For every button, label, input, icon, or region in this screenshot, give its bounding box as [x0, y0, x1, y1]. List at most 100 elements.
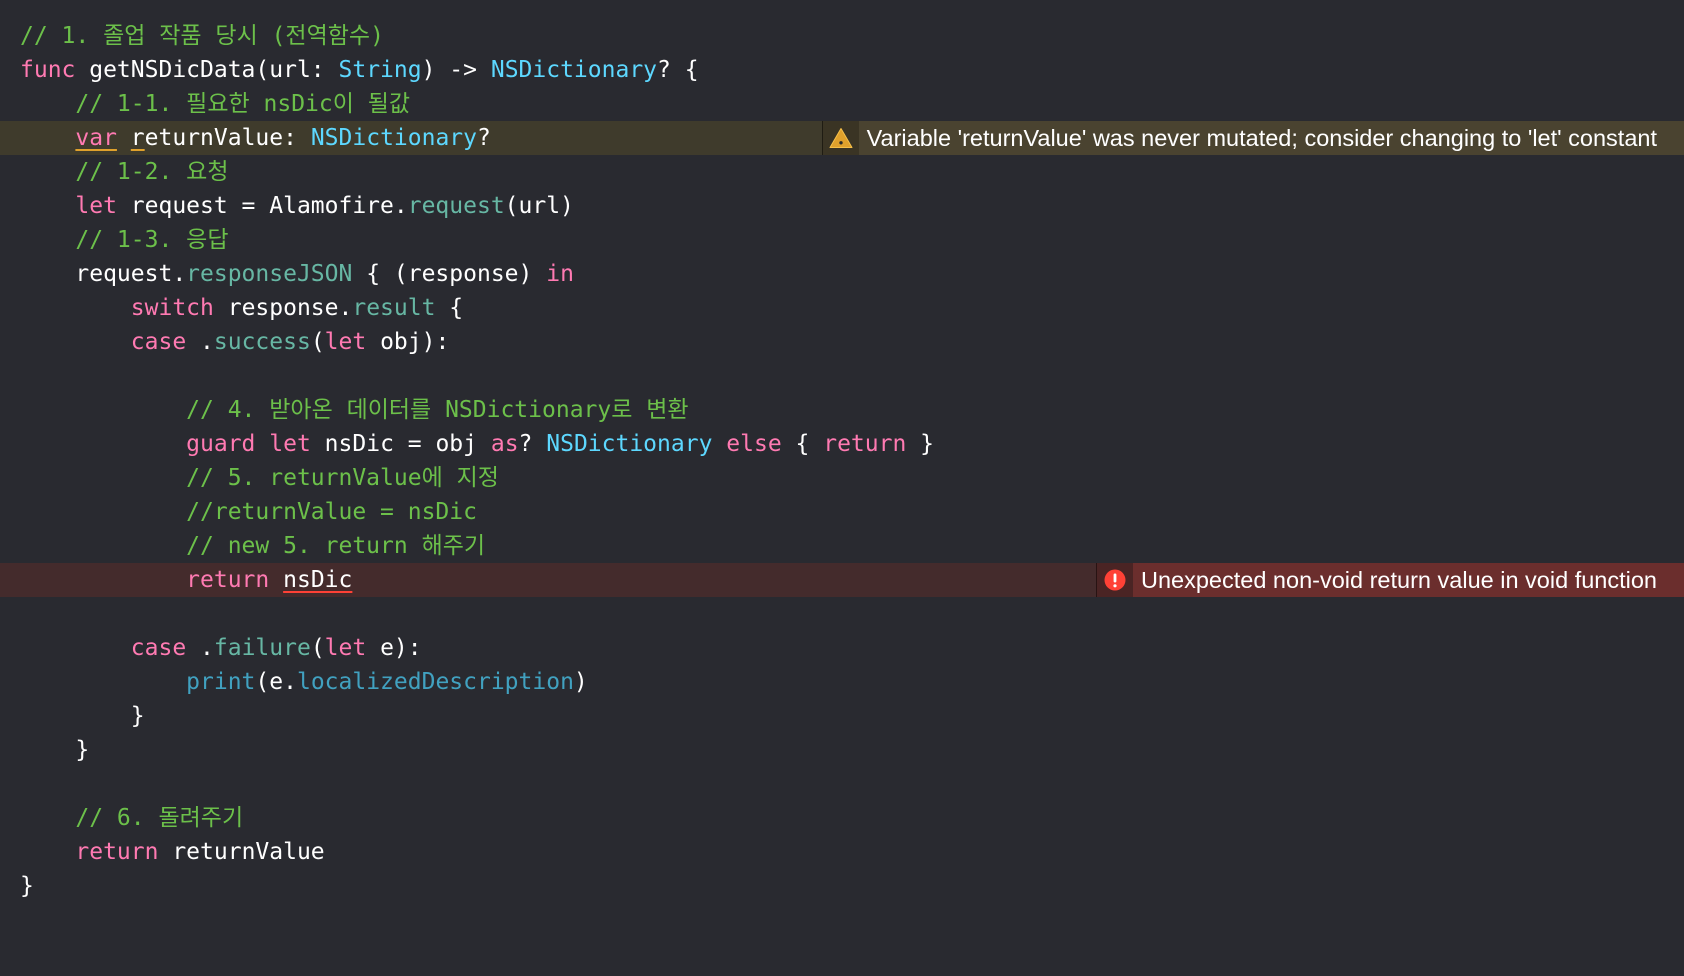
- code-token: success: [213, 329, 311, 355]
- code-line[interactable]: case .failure(let e):: [0, 631, 1684, 665]
- code-line[interactable]: // 4. 받아온 데이터를 NSDictionary로 변환: [0, 393, 1684, 427]
- code-line[interactable]: var returnValue: NSDictionary? Variable '…: [0, 121, 1684, 155]
- error-annotation[interactable]: Unexpected non-void return value in void…: [1095, 563, 1684, 597]
- code-token: obj):: [366, 329, 450, 355]
- code-token: localizedDescription: [296, 669, 574, 695]
- code-token: ) ->: [421, 57, 491, 83]
- code-line-text: }: [20, 873, 34, 899]
- code-line[interactable]: //returnValue = nsDic: [0, 495, 1684, 529]
- code-token: switch: [130, 295, 214, 321]
- code-token: {: [435, 295, 464, 321]
- code-token: }: [20, 737, 90, 763]
- code-line-text: // 1-1. 필요한 nsDic이 될값: [20, 91, 410, 117]
- code-token: eturnValue:: [144, 125, 311, 151]
- code-line[interactable]: }: [0, 699, 1684, 733]
- code-token: }: [906, 431, 935, 457]
- code-line[interactable]: // 1-2. 요청: [0, 155, 1684, 189]
- code-line[interactable]: // 1-3. 응답: [0, 223, 1684, 257]
- code-token: // 1. 졸업 작품 당시 (전역함수): [20, 23, 384, 49]
- code-line[interactable]: return returnValue: [0, 835, 1684, 869]
- code-line[interactable]: print(e.localizedDescription): [0, 665, 1684, 699]
- code-line-text: case .failure(let e):: [20, 635, 422, 661]
- code-token: (: [310, 635, 325, 661]
- code-token: // new 5. return 해주기: [20, 533, 486, 559]
- code-line[interactable]: // 5. returnValue에 지정: [0, 461, 1684, 495]
- code-token: (url): [504, 193, 574, 219]
- code-token: result: [352, 295, 436, 321]
- code-line-text: // 1. 졸업 작품 당시 (전역함수): [20, 23, 384, 49]
- code-token: print: [186, 669, 256, 695]
- code-line-text: return returnValue: [20, 839, 324, 865]
- code-token: (e.: [255, 669, 297, 695]
- error-icon[interactable]: [1095, 563, 1133, 597]
- code-line[interactable]: guard let nsDic = obj as? NSDictionary e…: [0, 427, 1684, 461]
- code-line[interactable]: switch response.result {: [0, 291, 1684, 325]
- code-token: // 1-1. 필요한 nsDic이 될값: [20, 91, 411, 117]
- code-token: }: [20, 873, 34, 899]
- code-token: case: [130, 635, 187, 661]
- warning-icon[interactable]: [821, 121, 859, 155]
- code-token: .: [186, 635, 214, 661]
- code-line-text: func getNSDicData(url: String) -> NSDict…: [20, 57, 699, 83]
- code-line-text: }: [20, 703, 145, 729]
- code-line[interactable]: func getNSDicData(url: String) -> NSDict…: [0, 53, 1684, 87]
- code-line-text: return nsDic: [20, 567, 352, 593]
- code-token: // 4. 받아온 데이터를 NSDictionary로 변환: [20, 397, 689, 423]
- warning-message: Variable 'returnValue' was never mutated…: [866, 125, 1657, 151]
- code-line-text: request.responseJSON { (response) in: [20, 261, 574, 287]
- code-line-text: // 1-3. 응답: [20, 227, 229, 253]
- warning-annotation[interactable]: Variable 'returnValue' was never mutated…: [821, 121, 1684, 155]
- code-line[interactable]: let request = Alamofire.request(url): [0, 189, 1684, 223]
- code-token: return: [75, 839, 159, 865]
- code-line-text: switch response.result {: [20, 295, 463, 321]
- code-token: nsDic = obj: [310, 431, 491, 457]
- code-line[interactable]: return nsDic Unexpected non-void return v…: [0, 563, 1684, 597]
- code-token: (: [310, 329, 325, 355]
- code-line[interactable]: request.responseJSON { (response) in: [0, 257, 1684, 291]
- code-token: }: [20, 703, 145, 729]
- code-token: failure: [213, 635, 311, 661]
- code-token: request = Alamofire.: [116, 193, 408, 219]
- code-line[interactable]: // new 5. return 해주기: [0, 529, 1684, 563]
- code-line[interactable]: // 1. 졸업 작품 당시 (전역함수): [0, 19, 1684, 53]
- code-token: //returnValue = nsDic: [20, 499, 477, 525]
- code-token: guard: [186, 431, 256, 457]
- code-line-text: guard let nsDic = obj as? NSDictionary e…: [20, 431, 934, 457]
- code-token: func: [20, 57, 76, 83]
- code-line[interactable]: [0, 359, 1684, 393]
- code-token: request: [407, 193, 505, 219]
- code-token: let: [269, 431, 311, 457]
- code-token: response.: [213, 295, 353, 321]
- code-line[interactable]: [0, 597, 1684, 631]
- code-editor[interactable]: // 1. 졸업 작품 당시 (전역함수) func getNSDicData(u…: [0, 0, 1684, 976]
- code-token: .: [186, 329, 214, 355]
- code-line[interactable]: // 1-1. 필요한 nsDic이 될값: [0, 87, 1684, 121]
- code-token: else: [726, 431, 782, 457]
- code-line[interactable]: // 6. 돌려주기: [0, 801, 1684, 835]
- code-token: responseJSON: [186, 261, 353, 287]
- code-line[interactable]: }: [0, 733, 1684, 767]
- code-line-text: print(e.localizedDescription): [20, 669, 588, 695]
- code-token: NSDictionary: [546, 431, 713, 457]
- code-token: let: [324, 635, 367, 661]
- code-line[interactable]: case .success(let obj):: [0, 325, 1684, 359]
- code-line[interactable]: [0, 767, 1684, 801]
- code-line-text: // 1-2. 요청: [20, 159, 228, 185]
- code-line-text: case .success(let obj):: [20, 329, 450, 355]
- code-token: as: [490, 431, 519, 457]
- code-token: ?: [518, 431, 547, 457]
- code-line-text: let request = Alamofire.request(url): [20, 193, 574, 219]
- code-line-text: var returnValue: NSDictionary?: [20, 125, 490, 151]
- code-token: // 1-3. 응답: [20, 227, 229, 253]
- code-line[interactable]: }: [0, 869, 1684, 903]
